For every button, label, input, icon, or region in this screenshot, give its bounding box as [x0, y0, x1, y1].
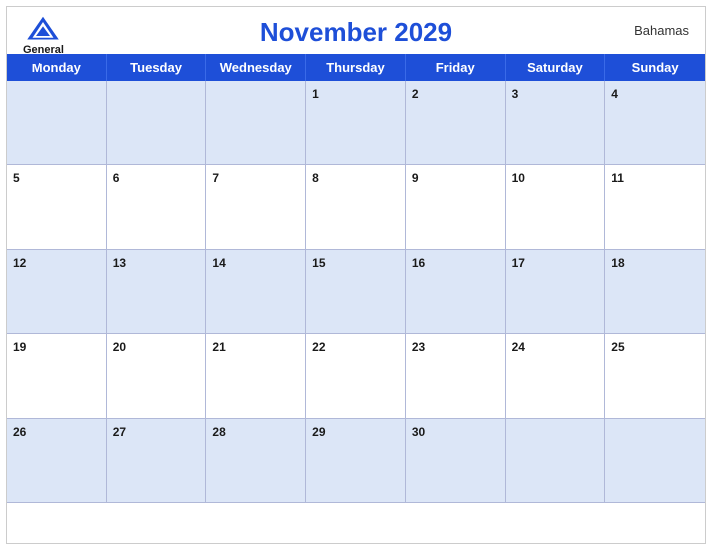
- day-number: 23: [412, 340, 425, 354]
- day-number: 6: [113, 171, 120, 185]
- calendar-cell: 1: [306, 81, 406, 165]
- calendar-cell: [7, 81, 107, 165]
- calendar-cell: 9: [406, 165, 506, 249]
- header-friday: Friday: [406, 54, 506, 81]
- calendar-cell: 8: [306, 165, 406, 249]
- day-headers: Monday Tuesday Wednesday Thursday Friday…: [7, 54, 705, 81]
- day-number: 11: [611, 171, 624, 185]
- header-saturday: Saturday: [506, 54, 606, 81]
- day-number: 15: [312, 256, 325, 270]
- day-number: 17: [512, 256, 525, 270]
- day-number: 10: [512, 171, 525, 185]
- calendar-cell: 21: [206, 334, 306, 418]
- day-number: 8: [312, 171, 319, 185]
- day-number: 26: [13, 425, 26, 439]
- day-number: 25: [611, 340, 624, 354]
- logo-icon: [25, 15, 61, 43]
- calendar-cell: 28: [206, 419, 306, 503]
- calendar-cell: 4: [605, 81, 705, 165]
- day-number: 7: [212, 171, 219, 185]
- day-number: 18: [611, 256, 624, 270]
- calendar-cell: [206, 81, 306, 165]
- calendar-cell: 29: [306, 419, 406, 503]
- header-tuesday: Tuesday: [107, 54, 207, 81]
- calendar-grid: 1234567891011121314151617181920212223242…: [7, 81, 705, 503]
- day-number: 16: [412, 256, 425, 270]
- day-number: 4: [611, 87, 618, 101]
- day-number: 9: [412, 171, 419, 185]
- calendar-cell: 6: [107, 165, 207, 249]
- calendar-cell: 14: [206, 250, 306, 334]
- calendar-cell: 20: [107, 334, 207, 418]
- calendar-cell: 25: [605, 334, 705, 418]
- header-thursday: Thursday: [306, 54, 406, 81]
- calendar: General Blue November 2029 Bahamas Monda…: [6, 6, 706, 544]
- day-number: 1: [312, 87, 319, 101]
- day-number: 29: [312, 425, 325, 439]
- calendar-header: General Blue November 2029 Bahamas: [7, 7, 705, 54]
- calendar-cell: [107, 81, 207, 165]
- calendar-cell: 17: [506, 250, 606, 334]
- logo: General Blue: [23, 15, 64, 67]
- calendar-cell: 24: [506, 334, 606, 418]
- calendar-cell: 16: [406, 250, 506, 334]
- day-number: 19: [13, 340, 26, 354]
- calendar-cell: 18: [605, 250, 705, 334]
- calendar-cell: 2: [406, 81, 506, 165]
- calendar-cell: 19: [7, 334, 107, 418]
- day-number: 30: [412, 425, 425, 439]
- header-sunday: Sunday: [605, 54, 705, 81]
- calendar-cell: 13: [107, 250, 207, 334]
- country-label: Bahamas: [634, 23, 689, 38]
- day-number: 22: [312, 340, 325, 354]
- month-title: November 2029: [260, 17, 452, 48]
- day-number: 21: [212, 340, 225, 354]
- day-number: 2: [412, 87, 419, 101]
- calendar-cell: 23: [406, 334, 506, 418]
- calendar-cell: [506, 419, 606, 503]
- day-number: 24: [512, 340, 525, 354]
- calendar-cell: [605, 419, 705, 503]
- day-number: 20: [113, 340, 126, 354]
- day-number: 12: [13, 256, 26, 270]
- header-wednesday: Wednesday: [206, 54, 306, 81]
- calendar-cell: 27: [107, 419, 207, 503]
- calendar-cell: 5: [7, 165, 107, 249]
- day-number: 27: [113, 425, 126, 439]
- day-number: 3: [512, 87, 519, 101]
- day-number: 14: [212, 256, 225, 270]
- calendar-cell: 15: [306, 250, 406, 334]
- calendar-cell: 7: [206, 165, 306, 249]
- logo-blue-text: Blue: [32, 56, 56, 67]
- day-number: 28: [212, 425, 225, 439]
- day-number: 5: [13, 171, 20, 185]
- calendar-cell: 12: [7, 250, 107, 334]
- calendar-cell: 11: [605, 165, 705, 249]
- calendar-cell: 26: [7, 419, 107, 503]
- calendar-cell: 30: [406, 419, 506, 503]
- calendar-cell: 10: [506, 165, 606, 249]
- day-number: 13: [113, 256, 126, 270]
- calendar-cell: 3: [506, 81, 606, 165]
- calendar-cell: 22: [306, 334, 406, 418]
